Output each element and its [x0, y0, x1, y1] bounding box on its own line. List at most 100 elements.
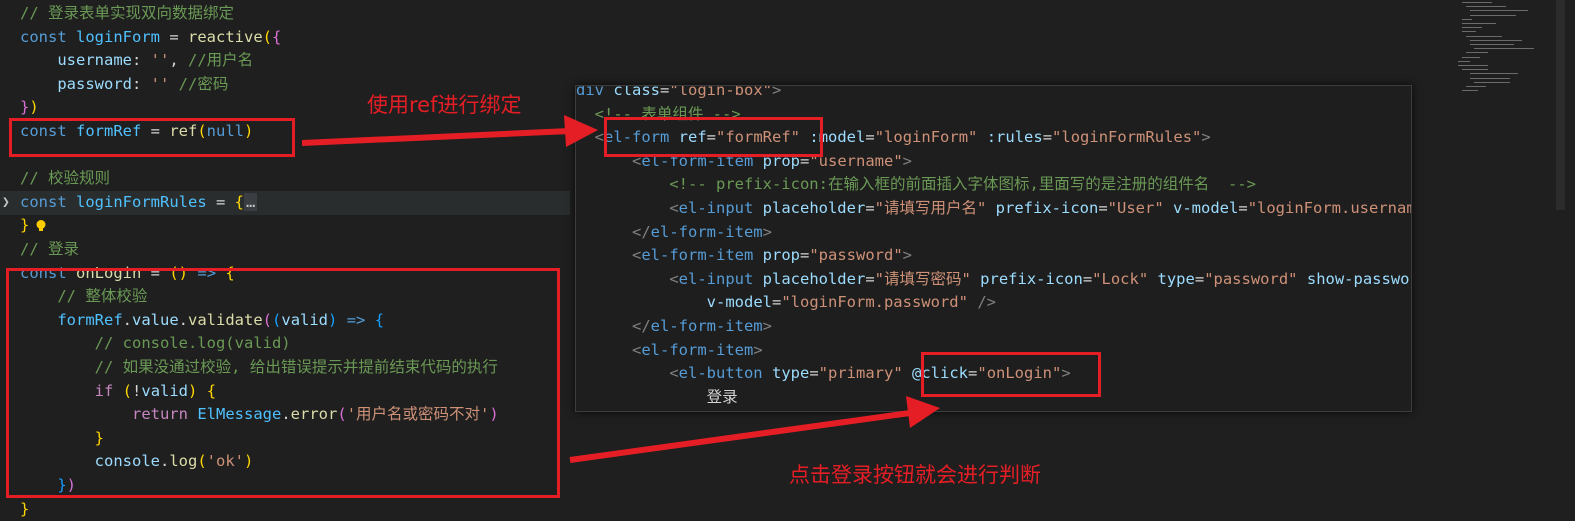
- minimap-line: [1470, 39, 1522, 41]
- code-token: '': [150, 51, 170, 70]
- code-token: "password": [809, 246, 903, 265]
- code-line: 登录: [576, 385, 738, 409]
- code-token: =: [206, 192, 235, 211]
- minimap-line: [1462, 27, 1482, 29]
- minimap-line: [1470, 14, 1516, 16]
- code-line: <el-input placeholder="请填写密码" prefix-ico…: [576, 267, 1411, 291]
- code-token: div: [576, 85, 614, 99]
- minimap[interactable]: [1440, 0, 1550, 120]
- code-token: />: [977, 293, 996, 312]
- code-token: loginForm: [76, 27, 160, 46]
- code-token: =: [809, 364, 819, 383]
- code-line: username: '', //用户名: [20, 48, 253, 72]
- code-token: :rules: [986, 128, 1043, 147]
- code-token: (: [262, 27, 272, 46]
- code-line: const loginForm = reactive({: [20, 25, 281, 49]
- code-token: =: [1098, 199, 1108, 217]
- code-token: const: [20, 27, 76, 46]
- code-token: el-form-item: [650, 222, 763, 241]
- code-token: =: [1194, 269, 1205, 288]
- code-token: //用户名: [188, 51, 254, 70]
- code-token: el-form-item: [650, 317, 763, 335]
- highlight-box-click-handler: [921, 352, 1101, 397]
- code-line: <el-input placeholder="请填写用户名" prefix-ic…: [576, 196, 1411, 220]
- lightbulb-icon[interactable]: [34, 219, 48, 233]
- code-line: // 登录表单实现双向数据绑定: [20, 1, 234, 25]
- highlight-box-formref-declaration: [9, 118, 295, 157]
- code-token: =: [660, 85, 670, 99]
- code-token: <: [576, 199, 679, 217]
- vertical-scrollbar[interactable]: [1556, 0, 1565, 210]
- code-token: }: [20, 98, 30, 117]
- code-line: // 校验规则: [20, 166, 110, 190]
- code-token: "login-box": [669, 85, 772, 99]
- minimap-line: [1462, 56, 1480, 58]
- code-token: "loginForm.username": [1247, 199, 1411, 217]
- highlight-box-onlogin-function: [6, 268, 560, 498]
- code-token: …: [244, 192, 258, 211]
- code-token: {: [234, 192, 244, 211]
- code-token: =: [1042, 128, 1053, 147]
- code-token: "loginForm.password": [781, 293, 968, 312]
- code-token: reactive: [188, 27, 263, 46]
- code-token: password: [57, 74, 132, 93]
- code-token: //密码: [178, 74, 229, 93]
- code-token: }: [20, 216, 30, 235]
- code-token: "loginForm": [874, 128, 978, 147]
- code-token: 登录: [576, 387, 738, 406]
- code-token: :: [131, 51, 151, 70]
- code-line: <!-- prefix-icon:在输入框的前面插入字体图标,里面写的是注册的组…: [576, 172, 1256, 196]
- code-token: <: [576, 364, 679, 383]
- fold-chevron-icon[interactable]: ❯: [2, 193, 16, 213]
- code-token: ): [29, 98, 39, 117]
- code-token: =: [865, 269, 875, 288]
- minimap-line: [1466, 86, 1486, 87]
- minimap-line: [1462, 18, 1472, 20]
- code-token: type: [1157, 269, 1195, 288]
- code-token: show-password: [1306, 269, 1411, 288]
- code-token: =: [799, 246, 810, 265]
- code-token: {: [272, 27, 282, 46]
- code-token: >: [902, 151, 912, 170]
- code-token: username: [57, 51, 132, 70]
- minimap-line: [1462, 90, 1478, 92]
- code-token: >: [772, 85, 782, 99]
- code-line: // 登录: [20, 237, 79, 261]
- code-token: }: [20, 499, 30, 518]
- code-token: <: [576, 269, 679, 288]
- code-token: v-model: [706, 293, 772, 312]
- code-token: const: [20, 192, 76, 211]
- minimap-line: [1470, 77, 1510, 79]
- code-token: "password": [1204, 269, 1298, 288]
- code-token: prefix-icon: [995, 199, 1099, 217]
- code-line: <el-form-item>: [576, 338, 763, 362]
- code-line: password: '' //密码: [20, 72, 228, 96]
- code-token: ,: [169, 51, 188, 70]
- code-token: <: [576, 128, 604, 147]
- code-token: el-input: [678, 199, 754, 217]
- code-token: "请填写用户名": [874, 199, 987, 217]
- code-token: loginFormRules: [76, 192, 207, 211]
- code-token: "loginFormRules": [1052, 128, 1202, 147]
- annotation-label-ref-binding: 使用ref进行绑定: [367, 93, 522, 117]
- minimap-line: [1470, 44, 1514, 45]
- code-token: :: [131, 74, 151, 93]
- code-token: type: [772, 364, 810, 383]
- code-token: '': [150, 74, 170, 93]
- code-line: }: [20, 497, 29, 521]
- code-token: prefix-icon: [980, 269, 1083, 288]
- minimap-line: [1470, 10, 1528, 12]
- code-token: <: [576, 340, 642, 359]
- code-token: v-model: [1173, 199, 1239, 217]
